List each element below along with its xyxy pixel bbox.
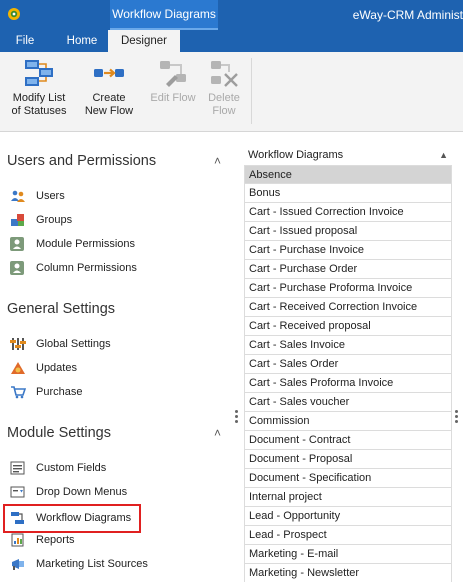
nav-item-label: Workflow Diagrams — [36, 512, 132, 524]
list-item[interactable]: Marketing - E-mail — [244, 545, 452, 564]
list-item[interactable]: Cart - Purchase Order — [244, 260, 452, 279]
nav-item-global-settings[interactable]: Global Settings — [10, 334, 210, 354]
edit-flow-button[interactable]: Edit Flow — [145, 56, 201, 126]
list-item[interactable]: Commission — [244, 412, 452, 431]
title-bar: Workflow Diagrams eWay-CRM Administ — [0, 0, 463, 30]
ribbon-tabs: File Home Designer — [0, 30, 463, 52]
modify-label-1: Modify List — [12, 92, 66, 104]
users-icon — [11, 190, 25, 202]
list-item[interactable]: Cart - Purchase Proforma Invoice — [244, 279, 452, 298]
eway-logo-icon[interactable] — [7, 7, 21, 21]
delete-label-1: Delete — [208, 92, 240, 104]
list-item[interactable]: Marketing - Newsletter — [244, 564, 452, 582]
nav-item-groups[interactable]: Groups — [10, 210, 210, 230]
nav-item-label: Marketing List Sources — [36, 558, 148, 570]
updates-icon — [11, 362, 25, 374]
left-panel-splitter-handle[interactable] — [235, 408, 239, 426]
list-item[interactable]: Cart - Purchase Invoice — [244, 241, 452, 260]
list-item[interactable]: Cart - Sales voucher — [244, 393, 452, 412]
section-header-users-and-permissions[interactable]: Users and Permissions ˄ — [7, 149, 227, 173]
modify-label-2: of Statuses — [11, 105, 67, 117]
status-list-icon — [25, 60, 53, 86]
list-item[interactable]: Document - Proposal — [244, 450, 452, 469]
section-title: Module Settings — [7, 425, 111, 441]
nav-item-label: Updates — [36, 362, 77, 374]
reports-icon — [11, 533, 24, 547]
create-new-flow-button[interactable]: Create New Flow — [79, 56, 139, 126]
nav-item-workflow-diagrams[interactable]: Workflow Diagrams — [3, 504, 141, 533]
list-item[interactable]: Document - Specification — [244, 469, 452, 488]
list-item[interactable]: Cart - Sales Invoice — [244, 336, 452, 355]
list-item[interactable]: Lead - Prospect — [244, 526, 452, 545]
groups-icon — [11, 214, 24, 226]
marketing-list-sources-icon — [12, 559, 24, 570]
section-header-module-settings[interactable]: Module Settings ˄ — [7, 421, 227, 445]
nav-item-label: Users — [36, 190, 65, 202]
new-flow-icon — [94, 68, 124, 78]
nav-item-module-permissions[interactable]: Module Permissions — [10, 234, 210, 254]
nav-item-updates[interactable]: Updates — [10, 358, 210, 378]
nav-item-label: Custom Fields — [36, 462, 107, 474]
right-panel-splitter-handle[interactable] — [455, 408, 459, 426]
list-item[interactable]: Lead - Opportunity — [244, 507, 452, 526]
section-title: Users and Permissions — [7, 153, 157, 169]
nav-item-marketing-list-sources[interactable]: Marketing List Sources — [10, 554, 210, 574]
list-item[interactable]: Absence — [244, 165, 452, 184]
sort-ascending-icon: ▲ — [439, 150, 448, 160]
settings-navigation-panel: Users and Permissions ˄ Users Groups Mod… — [0, 133, 235, 582]
nav-item-label: Groups — [36, 214, 73, 226]
nav-item-reports[interactable]: Reports — [10, 530, 210, 550]
nav-item-label: Module Permissions — [36, 238, 136, 250]
delete-flow-button[interactable]: Delete Flow — [200, 56, 248, 126]
purchase-icon — [11, 386, 26, 399]
nav-item-label: Purchase — [36, 386, 83, 398]
collapse-chevron-up-icon[interactable]: ˄ — [214, 149, 221, 173]
list-item[interactable]: Cart - Received proposal — [244, 317, 452, 336]
collapse-chevron-up-icon[interactable]: ˄ — [214, 421, 221, 445]
nav-item-drop-down-menus[interactable]: Drop Down Menus — [10, 482, 210, 502]
global-settings-icon — [10, 338, 26, 350]
create-label-1: Create — [92, 92, 126, 104]
nav-item-column-permissions[interactable]: Column Permissions — [10, 258, 210, 278]
list-item[interactable]: Internal project — [244, 488, 452, 507]
column-header-workflow-diagrams[interactable]: Workflow Diagrams ▲ — [244, 146, 452, 165]
tab-designer[interactable]: Designer — [108, 30, 180, 52]
tab-home[interactable]: Home — [56, 30, 108, 52]
context-tab-workflow-diagrams: Workflow Diagrams — [110, 0, 218, 30]
column-permissions-icon — [10, 261, 24, 275]
list-item[interactable]: Cart - Issued proposal — [244, 222, 452, 241]
nav-item-label: Drop Down Menus — [36, 486, 128, 498]
nav-item-label: Global Settings — [36, 338, 111, 350]
app-title: eWay-CRM Administ — [352, 8, 463, 22]
column-header-label: Workflow Diagrams — [248, 149, 344, 161]
custom-fields-icon — [10, 461, 25, 475]
list-item[interactable]: Document - Contract — [244, 431, 452, 450]
ribbon: Modify List of Statuses Create New Flow … — [0, 52, 463, 132]
list-item[interactable]: Cart - Issued Correction Invoice — [244, 203, 452, 222]
nav-item-custom-fields[interactable]: Custom Fields — [10, 458, 210, 478]
nav-item-users[interactable]: Users — [10, 186, 210, 206]
workflow-diagrams-icon — [11, 512, 24, 524]
nav-item-purchase[interactable]: Purchase — [10, 382, 210, 402]
drop-down-menus-icon — [10, 486, 25, 498]
create-label-2: New Flow — [84, 105, 134, 117]
section-header-general-settings[interactable]: General Settings — [7, 297, 227, 321]
ribbon-separator — [251, 58, 252, 124]
list-item[interactable]: Cart - Received Correction Invoice — [244, 298, 452, 317]
tab-file[interactable]: File — [0, 30, 50, 52]
edit-label: Edit Flow — [150, 92, 196, 104]
delete-flow-icon — [211, 61, 238, 87]
nav-item-label: Reports — [36, 534, 75, 546]
module-permissions-icon — [10, 237, 24, 251]
workflow-diagrams-list: Workflow Diagrams ▲ Absence Bonus Cart - I… — [244, 146, 452, 582]
delete-label-2: Flow — [212, 105, 236, 117]
list-item[interactable]: Cart - Sales Proforma Invoice — [244, 374, 452, 393]
list-item[interactable]: Bonus — [244, 184, 452, 203]
edit-flow-icon — [160, 61, 186, 87]
list-item[interactable]: Cart - Sales Order — [244, 355, 452, 374]
nav-item-label: Column Permissions — [36, 262, 137, 274]
section-title: General Settings — [7, 301, 116, 317]
modify-list-of-statuses-button[interactable]: Modify List of Statuses — [4, 56, 74, 126]
